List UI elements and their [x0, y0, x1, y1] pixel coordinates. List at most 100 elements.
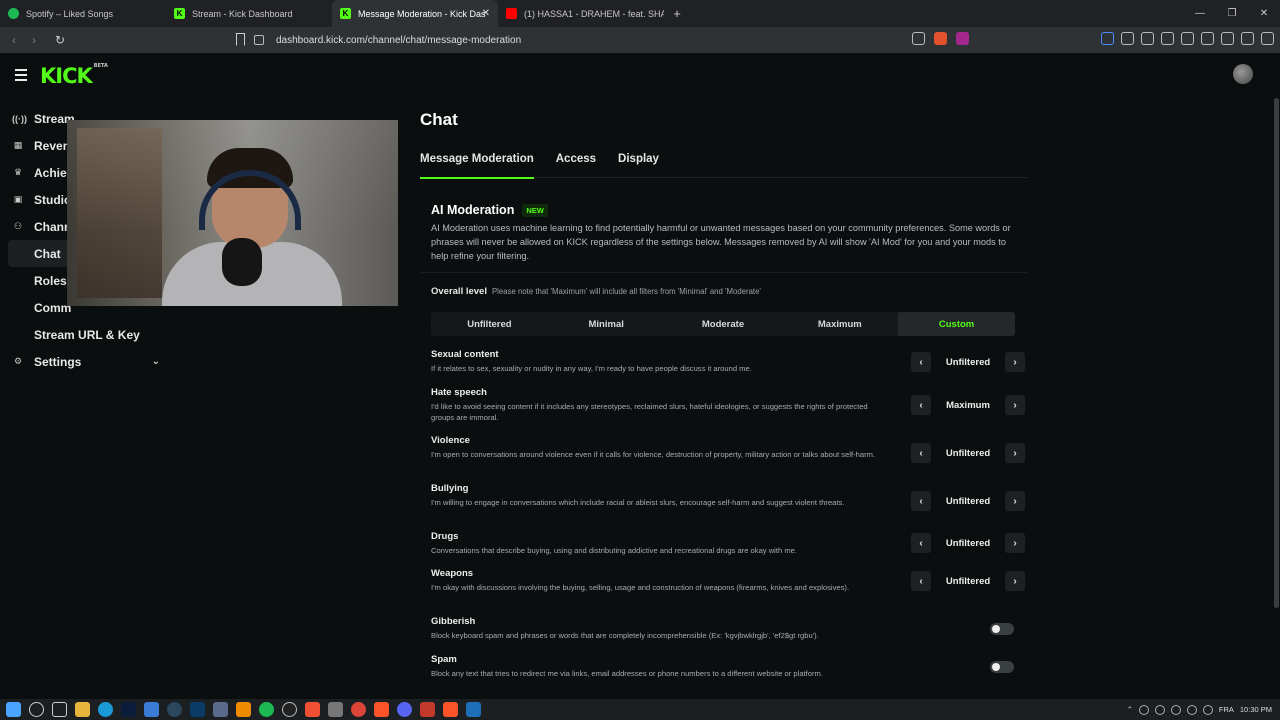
sidebar-item-label: Reven — [34, 138, 71, 153]
youtube-icon — [506, 8, 517, 19]
chevron-right-icon[interactable]: › — [1005, 571, 1025, 591]
chat-tabs: Message Moderation Access Display — [420, 153, 1028, 179]
network-icon[interactable] — [1186, 704, 1197, 715]
obs-icon[interactable] — [282, 702, 297, 717]
chevron-right-icon[interactable]: › — [1005, 443, 1025, 463]
overall-level-note: Please note that 'Maximum' will include … — [491, 287, 761, 296]
chevron-right-icon[interactable]: › — [1004, 395, 1025, 415]
level-unfiltered[interactable]: Unfiltered — [431, 312, 548, 336]
menu-icon[interactable] — [1261, 32, 1274, 45]
spotify-icon — [8, 8, 19, 19]
level-stepper: ‹ Maximum › — [911, 395, 1025, 415]
file-explorer-icon[interactable] — [75, 702, 90, 717]
filter-gibberish: Gibberish Block keyboard spam and phrase… — [431, 616, 1025, 641]
wallet-icon[interactable] — [1201, 32, 1214, 45]
level-moderate[interactable]: Moderate — [665, 312, 782, 336]
tab-access[interactable]: Access — [556, 153, 596, 178]
extensions-icon[interactable] — [1121, 32, 1134, 45]
tab-display[interactable]: Display — [618, 153, 659, 178]
brave-rewards-icon[interactable] — [956, 32, 969, 45]
chevron-right-icon[interactable]: › — [1005, 533, 1025, 553]
screenshot-icon[interactable] — [1141, 32, 1154, 45]
close-tab-icon[interactable]: ✕ — [482, 8, 490, 19]
app-active-icon[interactable] — [466, 702, 481, 717]
chevron-left-icon[interactable]: ‹ — [911, 443, 931, 463]
chevron-down-icon[interactable]: ⌄ — [152, 356, 160, 367]
settings-icon[interactable] — [328, 702, 343, 717]
chevron-left-icon[interactable]: ‹ — [911, 533, 931, 553]
tray-app-icon[interactable] — [1154, 704, 1165, 715]
tray-app-icon[interactable] — [1138, 704, 1149, 715]
discord-ptb-icon[interactable] — [213, 702, 228, 717]
vlc-icon[interactable] — [236, 702, 251, 717]
chevron-left-icon[interactable]: ‹ — [911, 352, 931, 372]
forward-icon[interactable]: › — [24, 33, 44, 47]
chrome-icon[interactable] — [351, 702, 366, 717]
share-icon[interactable] — [912, 32, 925, 45]
search-icon[interactable] — [29, 702, 44, 717]
tray-app-icon[interactable] — [1170, 704, 1181, 715]
clock[interactable]: 10:30 PM — [1240, 705, 1272, 714]
language-indicator[interactable]: FRA — [1219, 705, 1234, 714]
sidebar-item-label: Chann — [34, 219, 72, 234]
spam-toggle[interactable] — [990, 661, 1014, 673]
sidebar-item-settings[interactable]: ⚙ Settings ⌄ — [8, 348, 164, 375]
system-tray: ⌃ FRA 10:30 PM — [1127, 699, 1272, 720]
hamburger-menu-icon[interactable] — [15, 69, 27, 84]
category-description: I'm willing to engage in conversations w… — [431, 498, 845, 507]
kick-logo[interactable]: KICK BETA — [40, 63, 108, 88]
filter-description: Block keyboard spam and phrases or words… — [431, 631, 819, 640]
terminal-icon[interactable] — [190, 702, 205, 717]
revenue-icon: ▦ — [13, 140, 23, 150]
site-info-icon[interactable] — [254, 35, 264, 45]
media-icon[interactable] — [1161, 32, 1174, 45]
brave-shield-icon[interactable] — [934, 32, 947, 45]
minimize-icon[interactable]: — — [1184, 0, 1216, 27]
chevron-right-icon[interactable]: › — [1005, 491, 1025, 511]
volume-icon[interactable] — [1202, 704, 1213, 715]
brave-icon[interactable] — [374, 702, 389, 717]
page-scrollbar[interactable] — [1274, 98, 1279, 608]
chevron-right-icon[interactable]: › — [1005, 352, 1025, 372]
reload-icon[interactable]: ↻ — [50, 33, 70, 47]
user-avatar[interactable] — [1233, 64, 1253, 84]
photoshop-icon[interactable] — [121, 702, 136, 717]
chevron-left-icon[interactable]: ‹ — [911, 395, 931, 415]
gibberish-toggle[interactable] — [990, 623, 1014, 635]
sidebar-icon[interactable] — [1181, 32, 1194, 45]
steam-icon[interactable] — [167, 702, 182, 717]
level-stepper: ‹ Unfiltered › — [911, 533, 1025, 553]
browser-tab-message-moderation[interactable]: K Message Moderation - Kick Das ✕ — [332, 0, 498, 27]
browser-tab-youtube[interactable]: (1) HASSA1 - DRAHEM - feat. SHAW — [498, 0, 664, 27]
recorder-icon[interactable] — [420, 702, 435, 717]
leo-icon[interactable] — [1221, 32, 1234, 45]
maximize-icon[interactable]: ❐ — [1216, 0, 1248, 27]
category-weapons: Weapons I'm okay with discussions involv… — [431, 568, 1025, 593]
tray-overflow-icon[interactable]: ⌃ — [1127, 705, 1133, 714]
chevron-left-icon[interactable]: ‹ — [911, 571, 931, 591]
windows-start-icon[interactable] — [6, 702, 21, 717]
task-view-icon[interactable] — [52, 702, 67, 717]
tab-message-moderation[interactable]: Message Moderation — [420, 153, 534, 179]
browser-tab-kick-dashboard[interactable]: K Stream - Kick Dashboard — [166, 0, 332, 27]
git-icon[interactable] — [305, 702, 320, 717]
store-icon[interactable] — [144, 702, 159, 717]
address-bar[interactable]: dashboard.kick.com/channel/chat/message-… — [254, 30, 984, 50]
bookmark-icon[interactable] — [236, 33, 245, 46]
chevron-left-icon[interactable]: ‹ — [911, 491, 931, 511]
back-icon[interactable]: ‹ — [4, 33, 24, 47]
sidebar-item-stream-url-key[interactable]: Stream URL & Key — [8, 321, 164, 348]
level-maximum[interactable]: Maximum — [781, 312, 898, 336]
edge-icon[interactable] — [98, 702, 113, 717]
close-window-icon[interactable]: ✕ — [1248, 0, 1280, 27]
discord-icon[interactable] — [397, 702, 412, 717]
level-custom[interactable]: Custom — [898, 312, 1015, 336]
brave-active-icon[interactable] — [443, 702, 458, 717]
spotify-icon[interactable] — [259, 702, 274, 717]
translate-icon[interactable] — [1101, 32, 1114, 45]
browser-tab-spotify[interactable]: Spotify – Liked Songs — [0, 0, 166, 27]
vpn-icon[interactable] — [1241, 32, 1254, 45]
level-minimal[interactable]: Minimal — [548, 312, 665, 336]
stepper-value: Unfiltered — [945, 575, 991, 587]
new-tab-button[interactable]: + — [664, 6, 690, 21]
